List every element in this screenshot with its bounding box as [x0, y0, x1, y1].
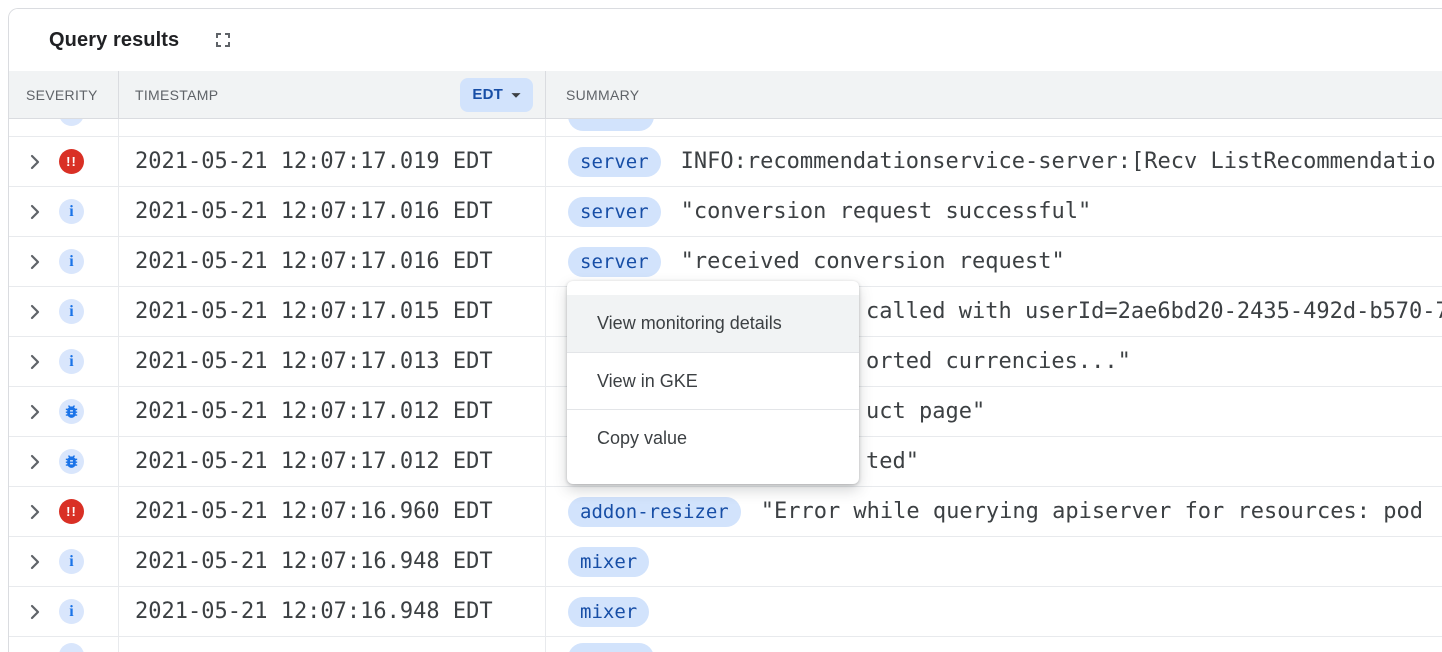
table-header-row: SEVERITY TIMESTAMP EDT SUMMARY	[9, 71, 1442, 119]
resource-chip[interactable]: addon-resizer	[568, 497, 741, 527]
column-header-summary: SUMMARY	[546, 71, 1442, 118]
info-icon: i	[59, 549, 84, 574]
log-message: "conversion request successful"	[681, 199, 1092, 224]
resource-chip[interactable]: mixer	[568, 597, 649, 627]
chevron-down-icon	[505, 84, 527, 106]
log-message: uct page"	[866, 399, 985, 424]
timestamp: 2021-05-21 12:07:16.960 EDT	[135, 499, 493, 524]
query-results-panel: Query results SEVERITY TIMESTAMP EDT	[0, 0, 1442, 652]
fullscreen-button[interactable]	[209, 26, 237, 54]
resource-chip[interactable]: server	[568, 197, 661, 227]
timestamp: 2021-05-21 12:07:16.948 EDT	[135, 599, 493, 624]
resource-chip[interactable]: server	[568, 147, 661, 177]
page-title: Query results	[49, 29, 179, 52]
bug-icon	[59, 399, 84, 424]
info-icon: i	[59, 299, 84, 324]
timestamp: 2021-05-21 12:07:17.015 EDT	[135, 299, 493, 324]
timestamp: 2021-05-21 12:07:17.012 EDT	[135, 449, 493, 474]
panel-titlebar: Query results	[9, 9, 1442, 71]
resource-chip[interactable]: mixer	[568, 547, 649, 577]
expand-chevron-icon[interactable]	[23, 300, 47, 324]
info-icon: i	[59, 249, 84, 274]
expand-chevron-icon[interactable]	[23, 200, 47, 224]
column-header-timestamp: TIMESTAMP EDT	[119, 71, 546, 118]
error-icon: !!	[59, 149, 84, 174]
timestamp: 2021-05-21 12:07:17.016 EDT	[135, 249, 493, 274]
timestamp: 2021-05-21 12:07:17.012 EDT	[135, 399, 493, 424]
info-icon: i	[59, 349, 84, 374]
menu-item-view-in-gke[interactable]: View in GKE	[567, 352, 859, 409]
table-row: !! 2021-05-21 12:07:17.019 EDT server IN…	[9, 137, 1442, 187]
timestamp: 2021-05-21 12:07:17.016 EDT	[135, 199, 493, 224]
menu-item-view-monitoring-details[interactable]: View monitoring details	[567, 295, 859, 352]
info-icon: i	[59, 599, 84, 624]
log-message: "received conversion request"	[681, 249, 1065, 274]
expand-chevron-icon[interactable]	[23, 400, 47, 424]
expand-chevron-icon[interactable]	[23, 500, 47, 524]
table-row-partial-bottom	[9, 637, 1442, 652]
table-row: i 2021-05-21 12:07:16.948 EDT mixer	[9, 587, 1442, 637]
timestamp: 2021-05-21 12:07:16.948 EDT	[135, 549, 493, 574]
expand-chevron-icon[interactable]	[23, 450, 47, 474]
log-message: "Error while querying apiserver for reso…	[761, 499, 1423, 524]
context-menu: View monitoring details View in GKE Copy…	[567, 281, 859, 484]
info-icon: i	[59, 199, 84, 224]
table-row: i 2021-05-21 12:07:16.948 EDT mixer	[9, 537, 1442, 587]
table-row: !! 2021-05-21 12:07:16.960 EDT addon-res…	[9, 487, 1442, 537]
log-message: called with userId=2ae6bd20-2435-492d-b5…	[866, 299, 1442, 324]
expand-chevron-icon[interactable]	[23, 150, 47, 174]
expand-chevron-icon[interactable]	[23, 250, 47, 274]
severity-icon-sliver	[59, 643, 84, 652]
error-icon: !!	[59, 499, 84, 524]
fullscreen-icon	[211, 28, 235, 52]
resource-chip-sliver	[568, 643, 654, 652]
table-row: i 2021-05-21 12:07:17.016 EDT server "re…	[9, 237, 1442, 287]
log-message: orted currencies..."	[866, 349, 1131, 374]
table-row-partial-top	[9, 119, 1442, 137]
timezone-selector[interactable]: EDT	[460, 78, 533, 112]
timestamp: 2021-05-21 12:07:17.019 EDT	[135, 149, 493, 174]
column-header-severity: SEVERITY	[9, 71, 119, 118]
timestamp: 2021-05-21 12:07:17.013 EDT	[135, 349, 493, 374]
menu-item-copy-value[interactable]: Copy value	[567, 409, 859, 466]
log-message: INFO:recommendationservice-server:[Recv …	[681, 149, 1436, 174]
resource-chip[interactable]: server	[568, 247, 661, 277]
table-row: i 2021-05-21 12:07:17.016 EDT server "co…	[9, 187, 1442, 237]
severity-icon-sliver	[59, 119, 84, 126]
bug-icon	[59, 449, 84, 474]
resource-chip-sliver	[568, 119, 654, 131]
expand-chevron-icon[interactable]	[23, 350, 47, 374]
expand-chevron-icon[interactable]	[23, 600, 47, 624]
log-message: ted"	[866, 449, 919, 474]
expand-chevron-icon[interactable]	[23, 550, 47, 574]
